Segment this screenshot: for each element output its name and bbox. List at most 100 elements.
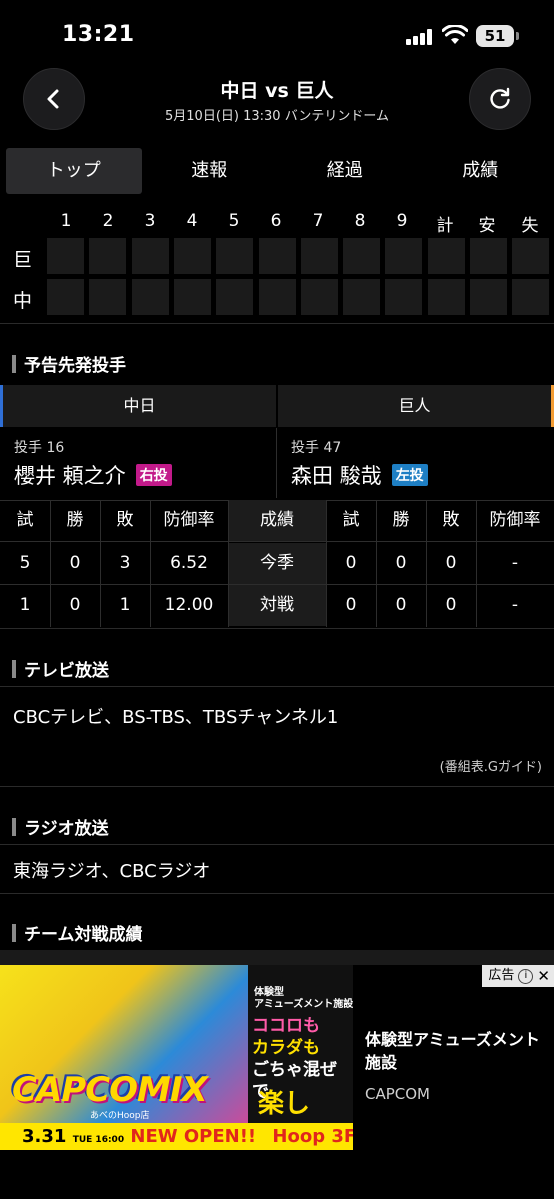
total-runs-label: 計 [436, 216, 454, 236]
inning-label: 4 [186, 211, 198, 231]
battery-icon: 51 [476, 25, 519, 47]
score-cell [512, 279, 550, 315]
pitcher-name: 森田 駿哉 左投 [291, 460, 428, 490]
divider [0, 844, 554, 845]
errors-label: 失 [521, 216, 539, 236]
score-cell [385, 238, 423, 274]
team-label-home: 中 [13, 290, 33, 312]
table-header-row: 試 勝 敗 防御率 成績 試 勝 敗 防御率 [0, 500, 554, 541]
tab-top[interactable]: トップ [6, 148, 142, 194]
inning-label: 6 [270, 211, 282, 231]
score-cell [173, 279, 211, 315]
table-row: 5 0 3 6.52 今季 0 0 0 - [0, 543, 554, 584]
status-bar: 13:21 51 [0, 0, 554, 62]
tab-progress[interactable]: 経過 [277, 148, 413, 194]
ad-logo: CAPCOMIX [12, 1070, 208, 1110]
column-header: 勝 [392, 510, 410, 530]
home-pitcher[interactable]: 投手 16 櫻井 頼之介 右投 [14, 428, 276, 498]
section-title-team-record: チーム対戦成績 [12, 920, 143, 945]
score-cell [427, 279, 465, 315]
score-cell [131, 238, 169, 274]
pitcher-number: 投手 47 [291, 440, 342, 456]
score-cell [47, 279, 84, 315]
column-header: 防御率 [163, 510, 215, 530]
score-cell [89, 238, 127, 274]
bottom-area [0, 1150, 554, 1199]
column-header: 敗 [442, 510, 460, 530]
score-cell [385, 279, 423, 315]
score-cell [512, 238, 550, 274]
inning-label: 3 [144, 211, 156, 231]
pitcher-name: 櫻井 頼之介 右投 [14, 460, 172, 490]
section-title-tv: テレビ放送 [12, 656, 109, 681]
tv-channels: CBCテレビ、BS-TBS、TBSチャンネル1 [13, 707, 339, 728]
throwing-hand-badge: 右投 [135, 464, 172, 486]
column-header: 試 [16, 510, 34, 530]
divider [276, 428, 277, 498]
throwing-hand-badge: 左投 [391, 464, 428, 486]
inning-label: 7 [312, 211, 324, 231]
inning-label: 5 [228, 211, 240, 231]
inning-label: 8 [354, 211, 366, 231]
table-row: 1 0 1 12.00 対戦 0 0 0 - [0, 585, 554, 626]
divider [0, 686, 554, 687]
radio-channels: 東海ラジオ、CBCラジオ [13, 861, 211, 882]
score-cell [258, 279, 296, 315]
tab-live[interactable]: 速報 [142, 148, 278, 194]
column-header: 成績 [228, 500, 326, 541]
away-pitcher[interactable]: 投手 47 森田 駿哉 左投 [291, 428, 553, 498]
hits-label: 安 [478, 216, 496, 236]
column-header: 勝 [66, 510, 84, 530]
status-time: 13:21 [62, 22, 135, 47]
divider [0, 893, 554, 894]
team-record-table-header [0, 950, 554, 965]
ad-image[interactable]: CAPCOMIX あべのHoop店 体験型 アミューズメント施設 ココロも カラ… [0, 965, 353, 1150]
divider [0, 628, 554, 629]
ad-banner[interactable]: CAPCOMIX あべのHoop店 体験型 アミューズメント施設 ココロも カラ… [0, 965, 554, 1150]
score-cell [47, 238, 84, 274]
away-team-name: 巨人 [278, 385, 554, 427]
divider [0, 323, 554, 324]
inning-label: 9 [396, 211, 408, 231]
score-cell [258, 238, 296, 274]
score-cell [343, 238, 381, 274]
tab-bar: トップ 速報 経過 成績 [6, 148, 548, 194]
score-cell [216, 238, 254, 274]
close-icon[interactable]: ✕ [537, 965, 550, 987]
column-header: 試 [342, 510, 360, 530]
row-label: 今季 [228, 543, 326, 584]
ad-brand: CAPCOM [365, 1085, 431, 1103]
column-header: 防御率 [489, 510, 541, 530]
score-cell [300, 238, 338, 274]
ad-badge[interactable]: 広告 i ✕ [482, 965, 554, 987]
game-header: 中日 vs 巨人 5月10日(日) 13:30 バンテリンドーム [0, 62, 554, 144]
column-header: 敗 [116, 510, 134, 530]
signal-icon [406, 29, 434, 45]
row-label: 対戦 [228, 585, 326, 626]
score-cell [89, 279, 127, 315]
score-cell [173, 238, 211, 274]
inning-label: 2 [102, 211, 114, 231]
team-label-away: 巨 [13, 249, 33, 271]
score-cell [131, 279, 169, 315]
inning-label: 1 [60, 211, 72, 231]
reload-button[interactable] [469, 68, 531, 130]
home-team-name: 中日 [0, 385, 276, 427]
score-cell [470, 238, 507, 274]
score-cell [300, 279, 338, 315]
section-title-radio: ラジオ放送 [12, 814, 109, 839]
reload-icon [490, 87, 510, 109]
tv-guide-link[interactable]: (番組表.Gガイド) [440, 756, 542, 775]
section-title-starters: 予告先発投手 [12, 351, 126, 376]
tab-stats[interactable]: 成績 [413, 148, 549, 194]
ad-title[interactable]: 体験型アミューズメント施設 [365, 1028, 545, 1074]
divider [0, 786, 554, 787]
info-icon[interactable]: i [518, 968, 534, 984]
pitcher-number: 投手 16 [14, 440, 65, 456]
score-cell [343, 279, 381, 315]
starters-team-header: 中日 巨人 [0, 385, 554, 427]
score-cell [216, 279, 254, 315]
score-cell [470, 279, 507, 315]
wifi-icon [442, 25, 468, 44]
score-cell [427, 238, 465, 274]
